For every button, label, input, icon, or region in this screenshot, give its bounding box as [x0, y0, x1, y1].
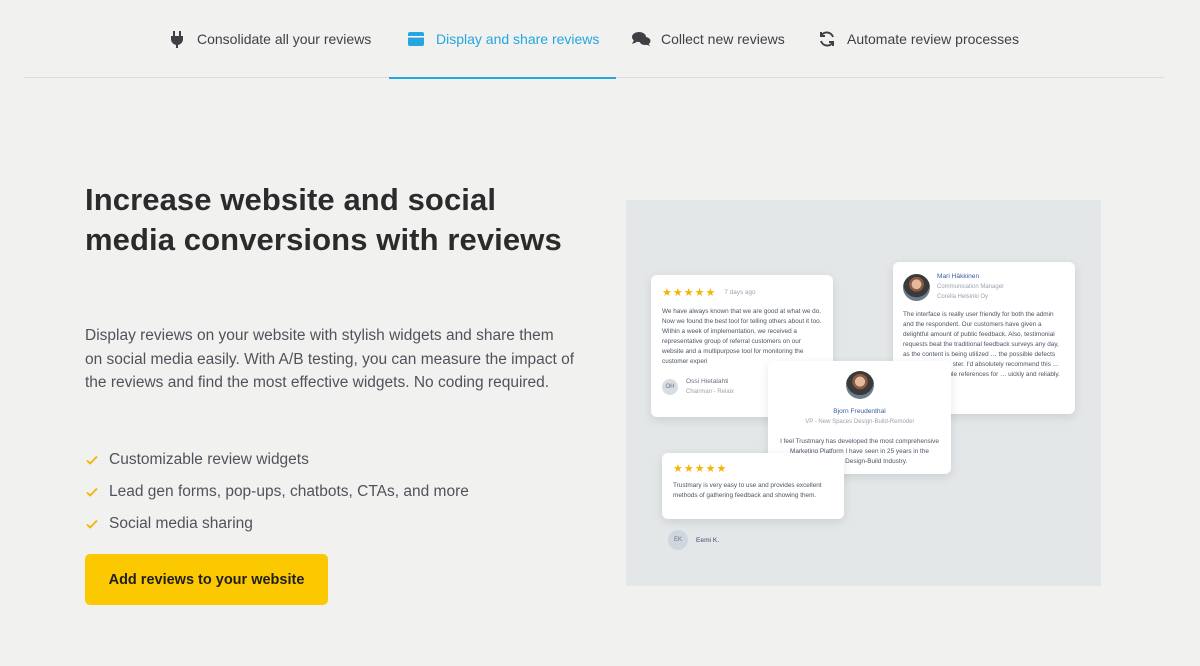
reviewer-role: Chairman - Relaix	[686, 389, 735, 395]
reviewer-name: Ossi Hietalahti	[686, 378, 729, 385]
browser-icon	[406, 29, 426, 49]
refresh-icon	[817, 29, 837, 49]
plug-icon	[167, 29, 187, 49]
reviewer-name: Eemi K.	[696, 536, 720, 544]
star-rating: ★★★★★	[673, 463, 728, 475]
feature-tabs: Consolidate all your reviews Display and…	[24, 0, 1164, 79]
tab-display-share-reviews[interactable]: Display and share reviews	[389, 0, 617, 79]
reviewer-role: VP - New Spaces Design-Build-Remodel	[805, 419, 914, 425]
review-time: 7 days ago	[724, 289, 756, 296]
tab-label: Automate review processes	[847, 31, 1019, 47]
feature-label: Lead gen forms, pop-ups, chatbots, CTAs,…	[109, 483, 469, 500]
star-rating: ★★★★★	[662, 287, 717, 299]
review-text: Trustmary is very easy to use and provid…	[673, 482, 822, 499]
check-icon	[85, 453, 99, 467]
check-icon	[85, 517, 99, 531]
review-widgets-illustration: ★★★★★ 7 days ago We have always known th…	[626, 200, 1101, 586]
avatar	[845, 371, 874, 399]
tab-collect-reviews[interactable]: Collect new reviews	[631, 0, 785, 78]
tab-consolidate-reviews[interactable]: Consolidate all your reviews	[167, 0, 371, 78]
tab-automate-processes[interactable]: Automate review processes	[817, 0, 1019, 78]
tab-label: Collect new reviews	[661, 31, 785, 47]
tab-label: Display and share reviews	[436, 31, 600, 47]
reviewer-name: Bjorn Freudenthal	[833, 408, 886, 415]
feature-label: Social media sharing	[109, 515, 253, 532]
list-item: Customizable review widgets	[85, 444, 469, 476]
avatar	[903, 273, 930, 301]
add-reviews-button[interactable]: Add reviews to your website	[85, 554, 328, 605]
list-item: Lead gen forms, pop-ups, chatbots, CTAs,…	[85, 476, 469, 508]
list-item: Social media sharing	[85, 508, 469, 540]
reviewer-company: Corella Helsinki Oy	[937, 294, 989, 300]
reviewer-role: Communication Manager	[937, 284, 1005, 290]
review-card: ★★★★★ Trustmary is very easy to use and …	[662, 453, 844, 519]
feature-label: Customizable review widgets	[109, 451, 309, 468]
chat-bubbles-icon	[631, 29, 651, 49]
check-icon	[85, 485, 99, 499]
avatar: EK	[668, 530, 688, 550]
reviewer-name: Mari Häkkinen	[937, 273, 980, 280]
page-title: Increase website and social media conver…	[85, 182, 562, 257]
hero-description: Display reviews on your website with sty…	[85, 327, 575, 391]
avatar: OH	[662, 379, 678, 395]
review-text: We have always known that we are good at…	[662, 308, 822, 365]
tab-label: Consolidate all your reviews	[197, 31, 372, 47]
reviewer: EK Eemi K.	[668, 530, 719, 550]
feature-list: Customizable review widgets Lead gen for…	[85, 444, 469, 540]
